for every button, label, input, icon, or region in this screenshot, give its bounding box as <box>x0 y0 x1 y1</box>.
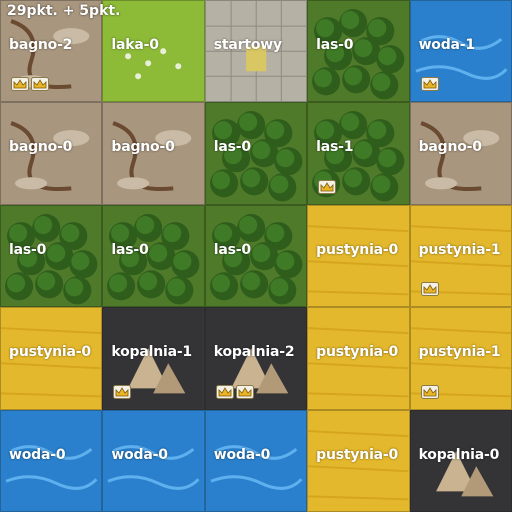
tile-label: las-0 <box>111 241 149 258</box>
board-tile[interactable]: pustynia-0 <box>0 307 103 410</box>
crown-icon <box>31 77 49 92</box>
board-tile[interactable]: bagno-0 <box>0 102 103 205</box>
board-tile[interactable]: woda-0 <box>0 409 103 512</box>
tile-label: bagno-0 <box>9 139 73 156</box>
tile-label: las-1 <box>316 139 354 156</box>
crown-icon <box>235 384 254 399</box>
crown-group <box>11 77 49 92</box>
crown-group <box>318 179 337 194</box>
board-tile[interactable]: kopalnia-1 <box>102 307 205 410</box>
tile-label: woda-0 <box>9 446 66 463</box>
crown-icon <box>420 77 439 92</box>
crown-group <box>215 384 254 399</box>
board-tile[interactable]: pustynia-1 <box>409 307 512 410</box>
tile-label: woda-0 <box>213 446 271 463</box>
tile-label: woda-1 <box>418 37 476 53</box>
tile-label: startowy <box>213 37 282 53</box>
board-tile[interactable]: pustynia-1 <box>409 204 512 308</box>
board-tile[interactable]: las-0 <box>204 204 308 308</box>
board-tile[interactable]: bagno-0 <box>102 102 205 205</box>
tile-label: kopalnia-2 <box>213 344 295 361</box>
score-text: 29pkt. + 5pkt. <box>7 3 121 19</box>
crown-icon <box>420 384 439 399</box>
tile-label: pustynia-0 <box>316 446 399 463</box>
board-tile[interactable]: woda-0 <box>102 409 205 512</box>
board-tile[interactable]: las-1 <box>307 102 410 205</box>
board-tile[interactable]: las-0 <box>204 102 308 205</box>
tile-label: woda-0 <box>111 446 168 463</box>
board-tile[interactable]: pustynia-0 <box>307 409 410 512</box>
tile-label: pustynia-0 <box>316 241 399 258</box>
board-tile[interactable]: kopalnia-2 <box>204 307 308 410</box>
crown-group <box>420 282 439 297</box>
board-tile[interactable]: pustynia-0 <box>307 204 410 308</box>
tile-label: pustynia-0 <box>9 344 91 361</box>
board-tile[interactable]: startowy <box>204 0 308 103</box>
crown-group <box>113 384 132 399</box>
tile-label: las-0 <box>213 241 251 258</box>
tile-label: bagno-0 <box>418 139 482 156</box>
tile-label: pustynia-1 <box>418 344 501 361</box>
tile-label: kopalnia-1 <box>111 344 192 361</box>
board-tile[interactable]: las-0 <box>102 204 205 308</box>
board-tile[interactable]: bagno-0 <box>409 102 512 205</box>
crown-icon <box>215 384 234 399</box>
crown-group <box>420 77 439 92</box>
board-tile[interactable]: las-0 <box>307 0 410 103</box>
board-tile[interactable]: pustynia-0 <box>307 307 410 410</box>
board-tile[interactable]: woda-0 <box>204 409 308 512</box>
tile-label: las-0 <box>9 241 47 258</box>
tile-label: pustynia-0 <box>316 344 399 361</box>
crown-icon <box>318 179 337 194</box>
crown-icon <box>11 77 29 92</box>
crown-group <box>420 384 439 399</box>
kingdom-board: 29pkt. + 5pkt. bagno-2 laka-0 startowy las-… <box>0 0 512 512</box>
tile-label: bagno-2 <box>9 37 73 53</box>
board-tile[interactable]: woda-1 <box>409 0 512 103</box>
tile-label: las-0 <box>213 139 251 156</box>
tile-label: pustynia-1 <box>418 241 501 258</box>
board-tile[interactable]: las-0 <box>0 204 103 308</box>
tile-label: laka-0 <box>111 37 159 53</box>
crown-icon <box>113 384 132 399</box>
tile-label: bagno-0 <box>111 139 175 156</box>
board-tile[interactable]: kopalnia-0 <box>409 409 512 512</box>
tile-label: las-0 <box>316 37 354 53</box>
tile-label: kopalnia-0 <box>418 446 500 463</box>
crown-icon <box>420 282 439 297</box>
